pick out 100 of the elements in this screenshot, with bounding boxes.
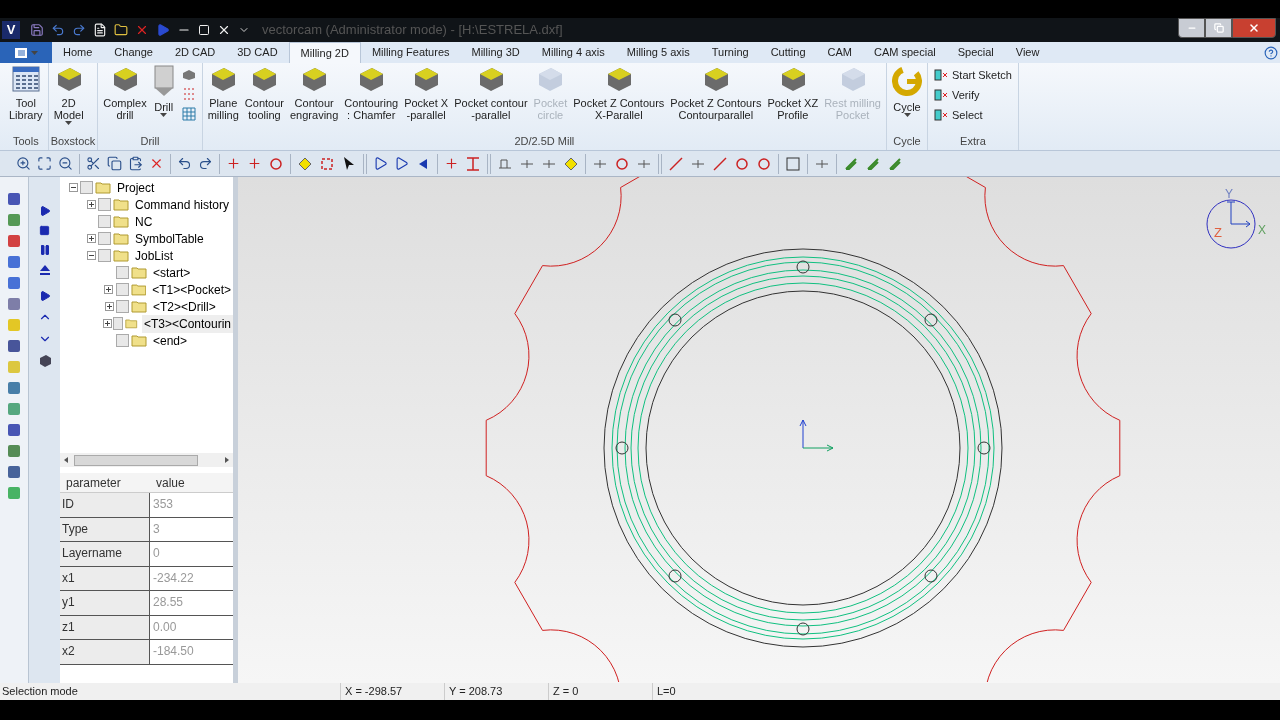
ribbon-button[interactable]: Plane milling xyxy=(204,63,242,133)
tree-item[interactable]: <T3><Contourin xyxy=(141,314,233,333)
pen-icon[interactable] xyxy=(887,155,903,172)
ribbon-tab[interactable]: CAM special xyxy=(862,42,947,63)
redo-icon[interactable] xyxy=(72,23,86,37)
app-menu-button[interactable] xyxy=(0,42,52,63)
diagonal-line-icon[interactable] xyxy=(668,155,684,172)
ribbon-button[interactable]: Drill xyxy=(149,63,178,133)
play-icon[interactable] xyxy=(373,156,388,171)
ribbon-button[interactable]: 2D Model xyxy=(50,63,87,133)
zoom-fit-icon[interactable] xyxy=(37,156,52,171)
expand-icon[interactable] xyxy=(104,302,114,311)
horizontal-scrollbar[interactable] xyxy=(60,453,233,467)
scroll-left-icon[interactable] xyxy=(64,457,68,463)
tree-checkbox[interactable] xyxy=(116,266,129,279)
ribbon-tab[interactable]: Turning xyxy=(700,42,760,63)
diagonal-line-icon[interactable] xyxy=(712,155,728,172)
ribbon-tab[interactable]: Special xyxy=(946,42,1005,63)
new-file-icon[interactable] xyxy=(93,23,107,37)
tree-checkbox[interactable] xyxy=(116,300,129,313)
ribbon-tab[interactable]: Home xyxy=(52,42,104,63)
redo-icon[interactable] xyxy=(198,156,213,171)
circle-icon[interactable] xyxy=(734,155,750,172)
eject-icon[interactable] xyxy=(38,264,51,276)
align-icon[interactable] xyxy=(465,155,481,172)
tree-checkbox[interactable] xyxy=(98,198,111,211)
folder-icon[interactable] xyxy=(114,23,128,37)
ribbon-tab[interactable]: Cutting xyxy=(759,42,817,63)
ribbon-button[interactable]: Contour tooling xyxy=(241,63,287,133)
minimize-button[interactable] xyxy=(1178,18,1205,38)
expand-icon[interactable] xyxy=(102,319,112,328)
tree-item[interactable]: Project xyxy=(115,178,157,197)
ribbon-button[interactable]: Pocket contour -parallel xyxy=(451,63,531,133)
tree-item[interactable]: <T2><Drill> xyxy=(151,297,218,316)
help-icon[interactable] xyxy=(1264,46,1278,60)
square-icon[interactable] xyxy=(785,155,801,172)
tree-item[interactable]: <end> xyxy=(151,331,190,350)
ribbon-tab[interactable]: 2D CAD xyxy=(163,42,227,63)
ribbon-tab[interactable]: Milling 4 axis xyxy=(530,42,616,63)
expand-icon[interactable] xyxy=(104,285,114,294)
block-icon[interactable] xyxy=(181,69,196,81)
expand-icon[interactable] xyxy=(86,234,96,243)
ribbon-button[interactable]: Cycle xyxy=(889,63,925,133)
restore-button[interactable] xyxy=(1205,18,1232,38)
ribbon-tab[interactable]: Milling Features xyxy=(360,42,461,63)
tree-item[interactable]: <T1><Pocket> xyxy=(150,280,233,299)
tree-item[interactable]: NC xyxy=(133,212,155,231)
stop-icon[interactable] xyxy=(39,225,50,236)
grid-icon[interactable] xyxy=(181,107,196,121)
diamond-icon[interactable] xyxy=(297,155,313,172)
play-icon[interactable] xyxy=(38,205,51,217)
tree-item[interactable]: Command history xyxy=(133,195,232,214)
ribbon-tab[interactable]: Milling 3D xyxy=(460,42,531,63)
run-icon[interactable] xyxy=(156,23,170,37)
paste-icon[interactable] xyxy=(128,156,143,171)
pen-icon[interactable] xyxy=(843,155,859,172)
tree-checkbox[interactable] xyxy=(80,181,93,194)
tree-checkbox[interactable] xyxy=(98,232,111,245)
ribbon-small-button[interactable]: Select xyxy=(934,105,1012,125)
ribbon-tab[interactable]: 3D CAD xyxy=(226,42,289,63)
pen-icon[interactable] xyxy=(865,155,881,172)
delete-icon[interactable] xyxy=(149,156,164,171)
close-icon[interactable] xyxy=(217,23,231,37)
maximize-icon[interactable] xyxy=(198,24,210,36)
copy-icon[interactable] xyxy=(107,156,122,171)
cut-icon[interactable] xyxy=(86,156,101,171)
ribbon-button[interactable]: Complex drill xyxy=(100,63,150,133)
collapse-icon[interactable] xyxy=(68,183,78,192)
expand-icon[interactable] xyxy=(86,200,96,209)
ribbon-tab[interactable]: Milling 2D xyxy=(288,42,361,63)
ribbon-button[interactable]: Pocket X -parallel xyxy=(401,63,452,133)
ribbon-small-button[interactable]: Start Sketch xyxy=(934,65,1012,85)
pause-icon[interactable] xyxy=(38,244,51,256)
diamond-icon[interactable] xyxy=(563,155,579,172)
tree-item[interactable]: <start> xyxy=(151,263,193,282)
ribbon-tab[interactable]: View xyxy=(1004,42,1051,63)
scroll-right-icon[interactable] xyxy=(225,457,229,463)
zoom-in-icon[interactable] xyxy=(16,156,31,171)
tree-item[interactable]: SymbolTable xyxy=(133,229,206,248)
crosshair-icon[interactable] xyxy=(247,156,262,171)
ribbon-small-button[interactable]: Verify xyxy=(934,85,1012,105)
ribbon-button[interactable]: Tool Library xyxy=(6,63,46,133)
ribbon-button[interactable]: Pocket Z Contours X-Parallel xyxy=(570,63,668,133)
save-icon[interactable] xyxy=(30,23,44,37)
tree-checkbox[interactable] xyxy=(112,317,124,330)
ribbon-button[interactable]: Pocket XZ Profile xyxy=(764,63,822,133)
ribbon-button[interactable]: Pocket Z Contours Contourparallel xyxy=(667,63,765,133)
circle-icon[interactable] xyxy=(268,155,284,172)
dotted-path-icon[interactable] xyxy=(181,87,196,101)
ribbon-tab[interactable]: Milling 5 axis xyxy=(615,42,701,63)
ribbon-button[interactable]: Contour engraving xyxy=(287,63,342,133)
zoom-out-icon[interactable] xyxy=(58,156,73,171)
close-button[interactable] xyxy=(1232,18,1276,38)
circle-icon[interactable] xyxy=(614,155,630,172)
tree-checkbox[interactable] xyxy=(116,334,129,347)
tree-checkbox[interactable] xyxy=(115,283,129,296)
ribbon-tab[interactable]: Change xyxy=(103,42,164,63)
step-right-icon[interactable] xyxy=(394,156,409,171)
ribbon-tab[interactable]: CAM xyxy=(816,42,863,63)
play-icon[interactable] xyxy=(38,290,51,302)
